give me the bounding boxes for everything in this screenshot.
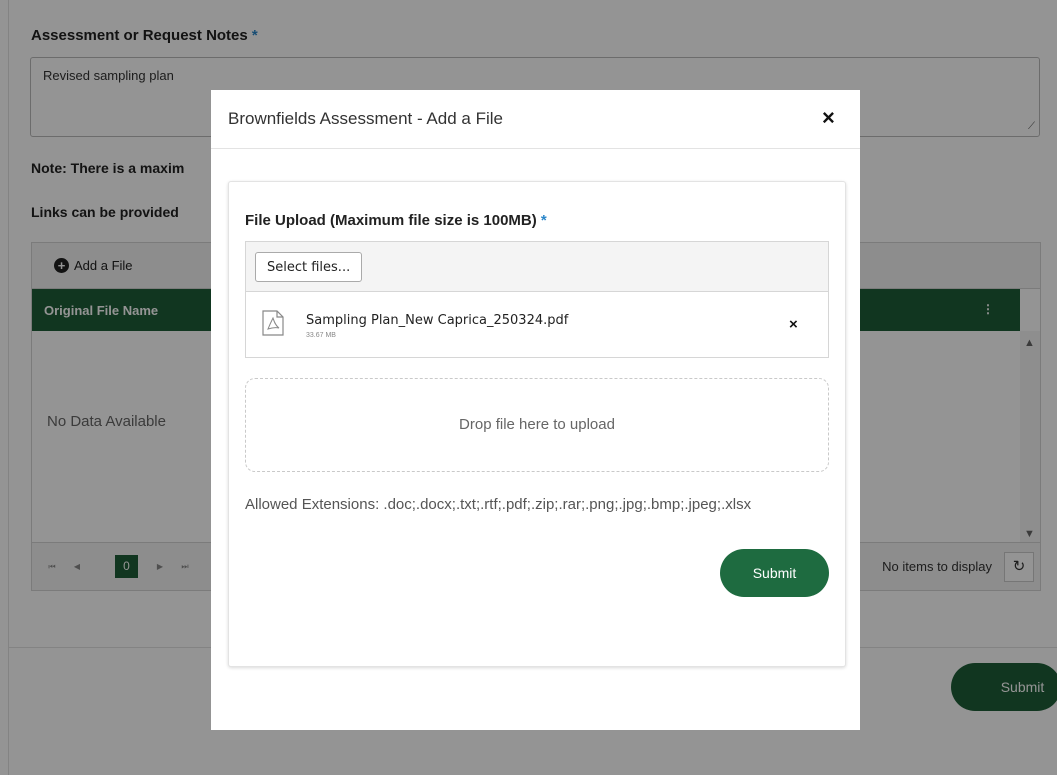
select-files-button[interactable]: Select files... [255, 252, 363, 282]
pdf-file-icon [262, 310, 284, 336]
file-list-item: Sampling Plan_New Caprica_250324.pdf 33.… [246, 292, 828, 358]
close-icon[interactable]: × [822, 107, 835, 129]
file-size: 33.67 MB [306, 332, 336, 339]
upload-toolbar: Select files... [246, 242, 828, 292]
drop-zone[interactable]: Drop file here to upload [245, 378, 829, 472]
file-upload-box: Select files... Sampling Plan_New Capric… [245, 241, 829, 358]
upload-panel: File Upload (Maximum file size is 100MB)… [228, 181, 846, 667]
upload-label: File Upload (Maximum file size is 100MB)… [245, 212, 547, 229]
submit-button[interactable]: Submit [720, 549, 829, 597]
modal-header: Brownfields Assessment - Add a File × [211, 90, 860, 149]
remove-file-icon[interactable]: × [789, 316, 798, 333]
required-mark: * [540, 212, 547, 229]
file-name: Sampling Plan_New Caprica_250324.pdf [306, 313, 569, 328]
allowed-extensions: Allowed Extensions: .doc;.docx;.txt;.rtf… [245, 496, 752, 513]
add-file-modal: Brownfields Assessment - Add a File × Fi… [211, 90, 860, 730]
modal-title: Brownfields Assessment - Add a File [228, 109, 503, 128]
